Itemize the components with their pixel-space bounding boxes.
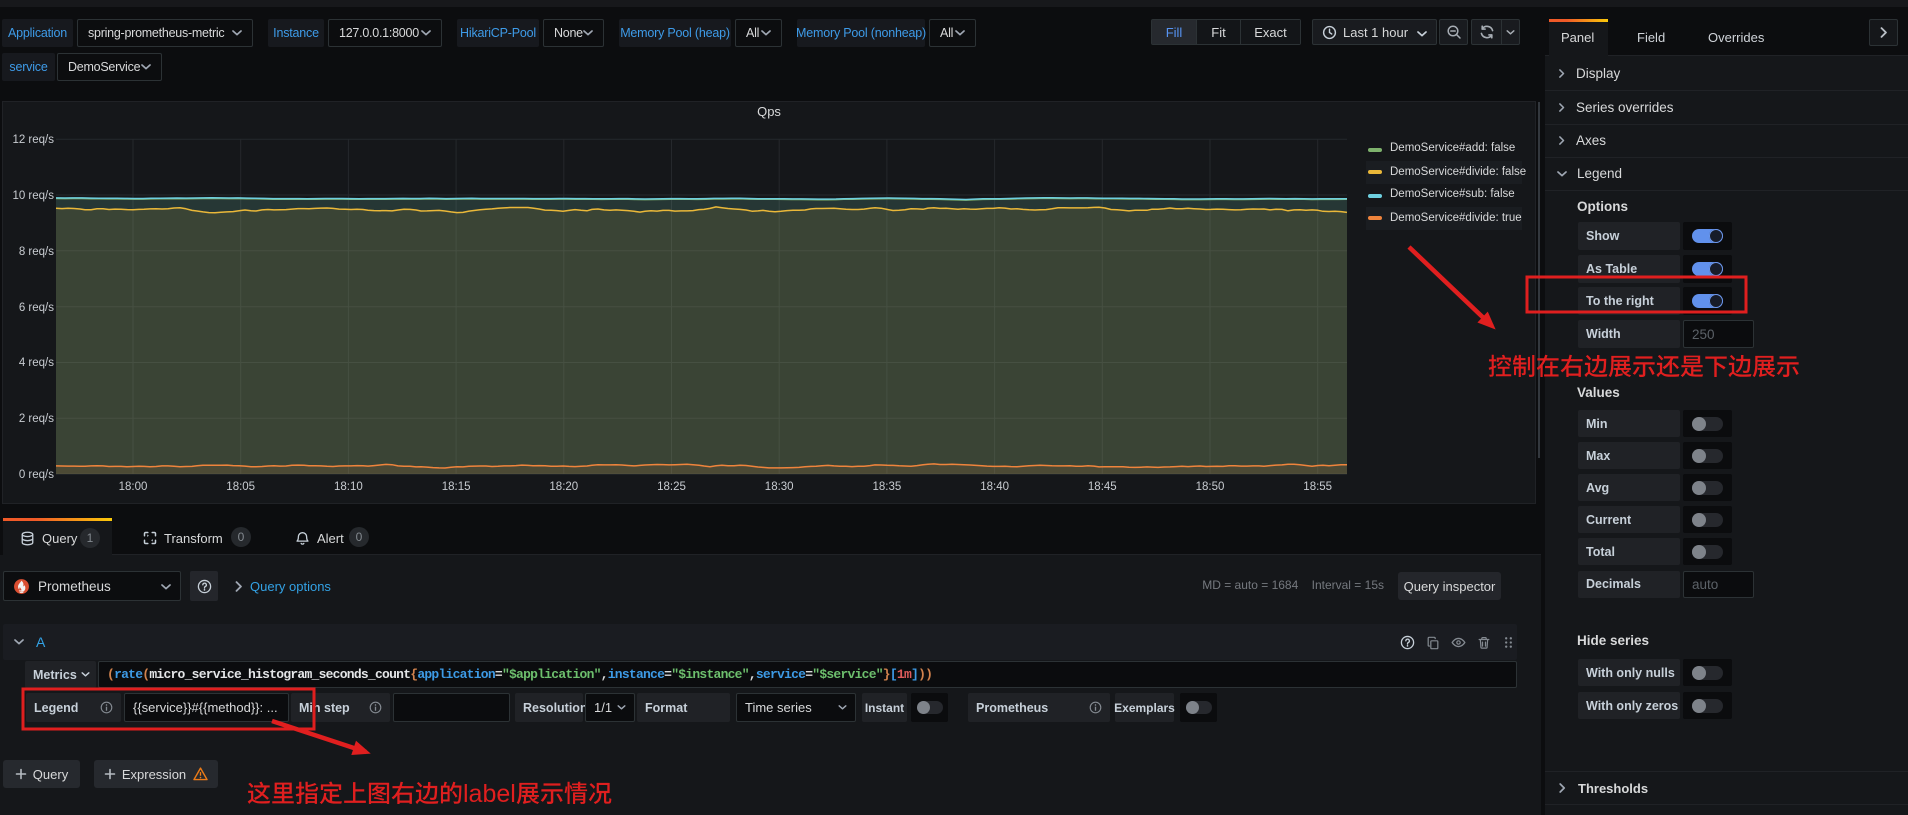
svg-text:label: label (463, 780, 516, 808)
